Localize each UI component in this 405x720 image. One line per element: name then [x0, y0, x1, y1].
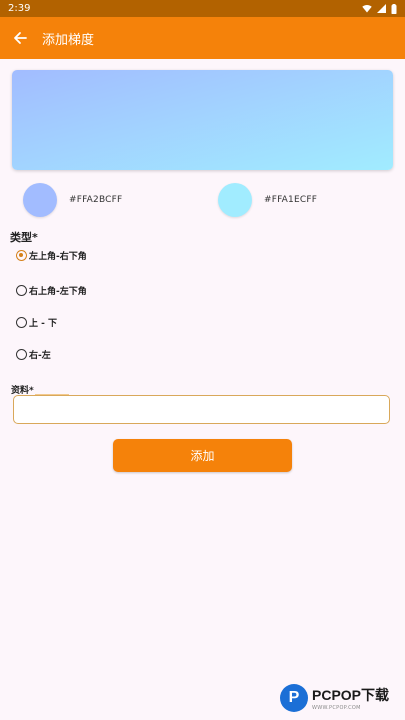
watermark-sub: WWW.PCPOP.COM [312, 705, 361, 711]
start-color-group: #FFA2BCFF [23, 183, 122, 217]
type-section-label: 类型* [10, 231, 38, 244]
watermark: P PCPOP下载 WWW.PCPOP.COM [280, 684, 389, 712]
radio-option-right-left[interactable]: 右-左 [16, 348, 51, 361]
radio-option-top-bottom[interactable]: 上 - 下 [16, 316, 57, 329]
back-button[interactable] [10, 28, 30, 48]
app-bar: 添加梯度 [0, 17, 405, 59]
radio-icon [16, 285, 27, 296]
add-button[interactable]: 添加 [113, 439, 292, 472]
radio-option-label: 左上角-右下角 [29, 252, 87, 262]
wifi-icon [362, 4, 372, 13]
radio-icon [16, 250, 27, 261]
pcpop-logo-icon: P [280, 684, 308, 712]
radio-icon [16, 317, 27, 328]
status-icons [362, 3, 397, 14]
signal-icon [377, 4, 386, 13]
end-color-group: #FFA1ECFF [218, 183, 317, 217]
end-color-label: #FFA1ECFF [264, 195, 318, 205]
watermark-main: PCPOP下载 [312, 687, 390, 703]
status-bar: 2:39 [0, 0, 405, 17]
radio-option-label: 上 - 下 [29, 319, 58, 329]
watermark-text: PCPOP下载 WWW.PCPOP.COM [312, 685, 389, 711]
radio-icon [16, 349, 27, 360]
end-color-swatch[interactable] [218, 183, 252, 217]
start-color-swatch[interactable] [23, 183, 57, 217]
battery-icon [391, 3, 397, 14]
start-color-label: #FFA2BCFF [69, 195, 123, 205]
arrow-left-icon [14, 32, 27, 44]
radio-option-label: 右-左 [29, 351, 51, 361]
gradient-preview [12, 70, 393, 170]
radio-option-label: 右上角-左下角 [29, 287, 87, 297]
data-input[interactable] [13, 395, 390, 424]
radio-option-top-right-bottom-left[interactable]: 右上角-左下角 [16, 284, 87, 297]
status-time: 2:39 [8, 3, 31, 14]
page-title: 添加梯度 [42, 32, 95, 48]
radio-option-top-left-bottom-right[interactable]: 左上角-右下角 [16, 249, 87, 262]
